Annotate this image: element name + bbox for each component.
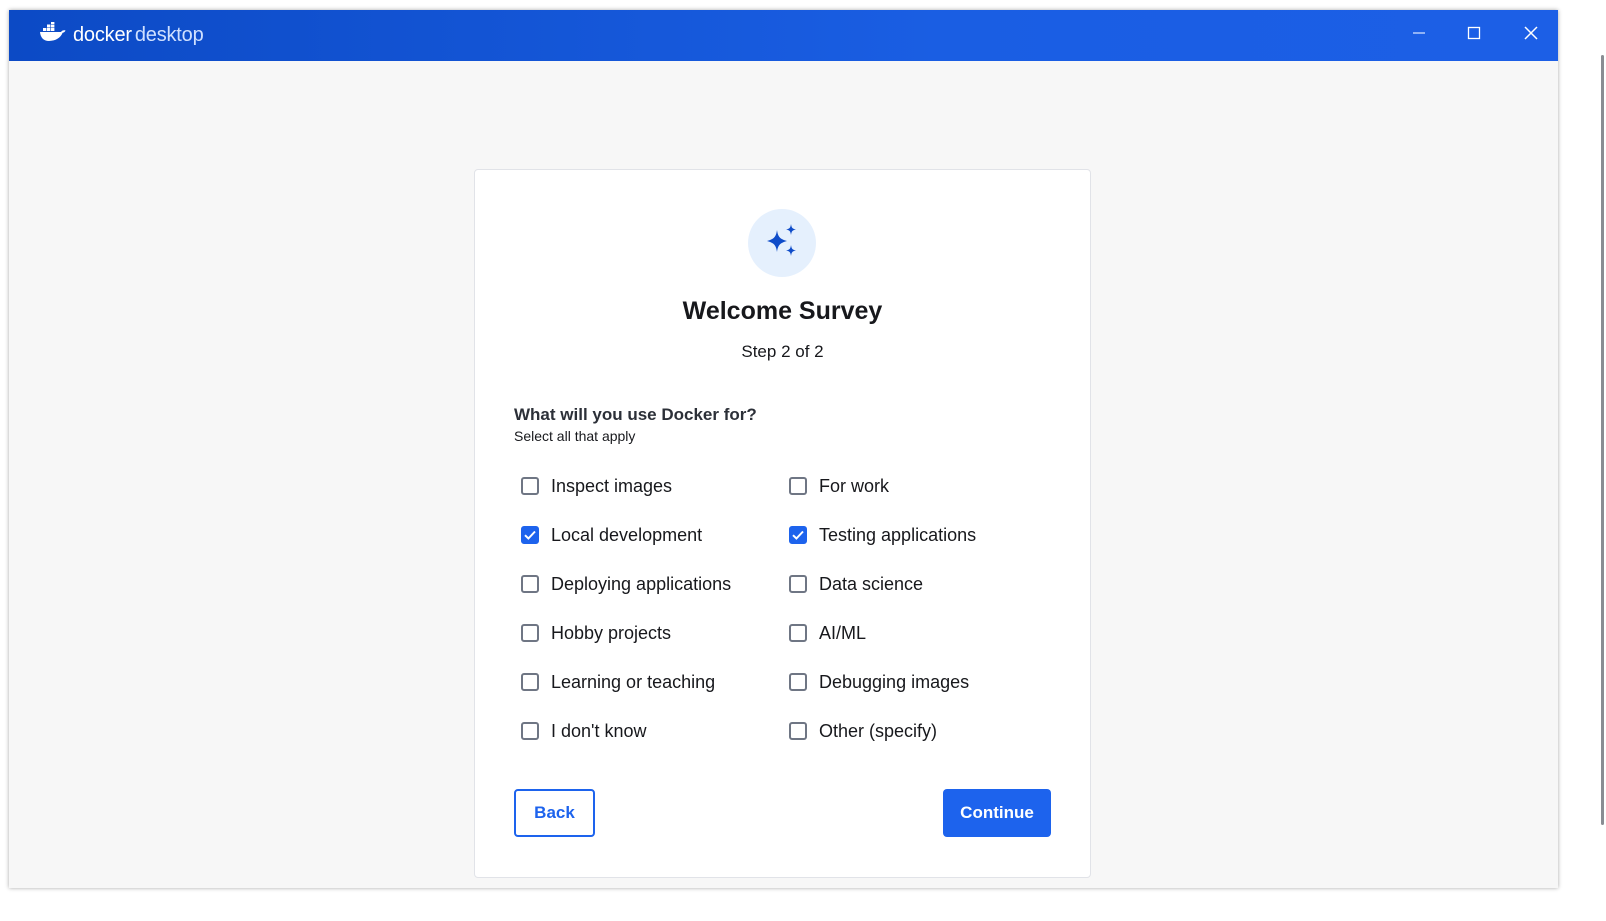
option-label: Debugging images — [819, 671, 970, 692]
sparkles-icon — [762, 221, 802, 266]
checkbox[interactable] — [521, 722, 539, 740]
checkbox[interactable] — [789, 575, 807, 593]
option-ai-ml[interactable]: AI/ML — [789, 617, 1057, 649]
option-label: Other (specify) — [819, 720, 938, 741]
minimize-icon — [1412, 26, 1426, 45]
maximize-button[interactable] — [1446, 10, 1502, 61]
page-title: Welcome Survey — [682, 297, 883, 325]
checkbox[interactable] — [521, 477, 539, 495]
option-i-dont-know[interactable]: I don't know — [521, 715, 789, 747]
checkbox[interactable] — [521, 575, 539, 593]
option-inspect-images[interactable]: Inspect images — [521, 470, 789, 502]
option-label: AI/ML — [819, 622, 867, 643]
option-for-work[interactable]: For work — [789, 470, 1057, 502]
option-debugging-images[interactable]: Debugging images — [789, 666, 1057, 698]
option-testing-applications[interactable]: Testing applications — [789, 519, 1057, 551]
survey-hero-badge — [748, 209, 816, 277]
vertical-scrollbar[interactable] — [1601, 55, 1604, 825]
option-data-science[interactable]: Data science — [789, 568, 1057, 600]
back-button[interactable]: Back — [514, 789, 595, 837]
option-label: Inspect images — [551, 475, 673, 496]
option-label: Data science — [819, 573, 924, 594]
option-hobby-projects[interactable]: Hobby projects — [521, 617, 789, 649]
option-local-development[interactable]: Local development — [521, 519, 789, 551]
option-label: Deploying applications — [551, 573, 732, 594]
checkbox[interactable] — [789, 722, 807, 740]
close-button[interactable] — [1503, 10, 1558, 61]
minimize-button[interactable] — [1391, 10, 1447, 61]
brand-word-desktop: desktop — [134, 23, 204, 46]
survey-question: What will you use Docker for? — [514, 405, 757, 424]
maximize-icon — [1467, 26, 1481, 45]
option-label: Hobby projects — [551, 622, 672, 643]
option-label: Local development — [551, 524, 703, 545]
option-label: Testing applications — [819, 524, 977, 545]
continue-button[interactable]: Continue — [943, 789, 1051, 837]
checkbox[interactable] — [789, 477, 807, 495]
option-deploying-applications[interactable]: Deploying applications — [521, 568, 789, 600]
docker-desktop-window: docker desktop Welcome Survey Step 2 of … — [9, 10, 1558, 888]
title-bar[interactable]: docker desktop — [9, 10, 1558, 61]
checkbox-checked[interactable] — [521, 526, 539, 544]
checkmark-icon — [792, 530, 804, 540]
close-icon — [1523, 25, 1539, 46]
option-label: For work — [819, 475, 890, 496]
options-grid: Inspect images For work Local developmen… — [521, 470, 1061, 764]
checkbox[interactable] — [521, 673, 539, 691]
option-label: Learning or teaching — [551, 671, 716, 692]
checkbox[interactable] — [789, 673, 807, 691]
survey-hint: Select all that apply — [514, 428, 636, 444]
step-indicator: Step 2 of 2 — [741, 342, 824, 361]
brand-word-docker: docker — [73, 23, 132, 46]
option-label: I don't know — [551, 720, 647, 741]
docker-desktop-logo: docker desktop — [39, 21, 204, 48]
checkbox[interactable] — [789, 624, 807, 642]
option-learning-or-teaching[interactable]: Learning or teaching — [521, 666, 789, 698]
checkmark-icon — [524, 530, 536, 540]
option-other-specify[interactable]: Other (specify) — [789, 715, 1057, 747]
checkbox[interactable] — [521, 624, 539, 642]
welcome-survey-card: Welcome Survey Step 2 of 2 What will you… — [474, 169, 1091, 878]
docker-whale-icon — [39, 21, 67, 48]
checkbox-checked[interactable] — [789, 526, 807, 544]
